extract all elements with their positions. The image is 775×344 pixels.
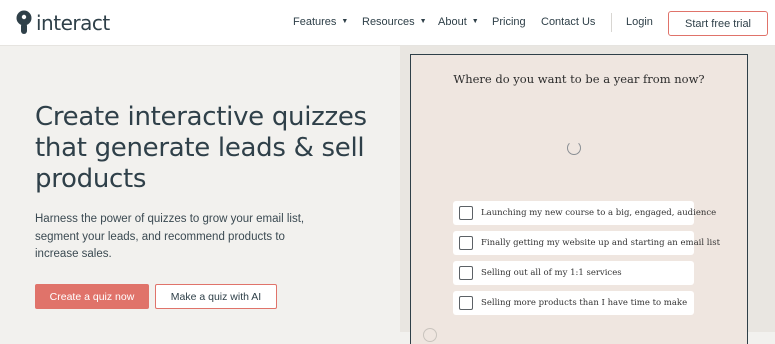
checkbox[interactable] xyxy=(459,296,473,310)
start-free-trial-button[interactable]: Start free trial xyxy=(668,11,768,36)
checkbox[interactable] xyxy=(459,236,473,250)
nav-about-label: About xyxy=(438,16,467,28)
nav-contact-us[interactable]: Contact Us xyxy=(541,16,595,28)
interact-logo-icon xyxy=(16,10,32,34)
chevron-down-icon: ▼ xyxy=(419,17,427,25)
nav-features[interactable]: Features ▼ xyxy=(293,16,348,28)
quiz-option[interactable]: Launching my new course to a big, engage… xyxy=(453,201,716,225)
quiz-option-label: Selling out all of my 1:1 services xyxy=(481,268,622,278)
nav-contact-us-label: Contact Us xyxy=(541,16,596,28)
chevron-down-icon: ▼ xyxy=(341,17,349,25)
login-link[interactable]: Login xyxy=(626,16,653,28)
checkbox[interactable] xyxy=(459,266,473,280)
quiz-option[interactable]: Selling more products than I have time t… xyxy=(453,291,694,315)
nav-divider xyxy=(611,13,612,32)
nav-resources[interactable]: Resources ▼ xyxy=(362,16,427,28)
checkbox[interactable] xyxy=(459,206,473,220)
quiz-option-label: Launching my new course to a big, engage… xyxy=(481,208,717,218)
make-quiz-ai-button[interactable]: Make a quiz with AI xyxy=(155,284,277,309)
logo[interactable]: interact xyxy=(14,10,110,36)
hero-title: Create interactive quizzes that generate… xyxy=(35,102,367,194)
quiz-option[interactable]: Selling out all of my 1:1 services xyxy=(453,261,694,285)
nav-resources-label: Resources xyxy=(362,16,415,28)
quiz-option-label: Selling more products than I have time t… xyxy=(481,298,688,308)
nav-pricing[interactable]: Pricing xyxy=(492,16,526,28)
quiz-option[interactable]: Finally getting my website up and starti… xyxy=(453,231,720,255)
login-label: Login xyxy=(626,16,653,28)
loading-spinner-icon xyxy=(567,141,581,155)
chevron-down-icon: ▼ xyxy=(471,17,479,25)
nav-pricing-label: Pricing xyxy=(492,16,526,28)
nav-features-label: Features xyxy=(293,16,337,28)
quiz-question: Where do you want to be a year from now? xyxy=(453,72,705,86)
hero-subtitle: Harness the power of quizzes to grow you… xyxy=(35,213,305,260)
create-quiz-button[interactable]: Create a quiz now xyxy=(35,284,149,309)
quiz-option-label: Finally getting my website up and starti… xyxy=(481,238,720,248)
logo-text: interact xyxy=(36,11,110,35)
site-header: interact Features ▼ Resources ▼ About ▼ … xyxy=(0,0,775,46)
nav-about[interactable]: About ▼ xyxy=(438,16,479,28)
chat-widget-icon[interactable] xyxy=(423,328,437,342)
